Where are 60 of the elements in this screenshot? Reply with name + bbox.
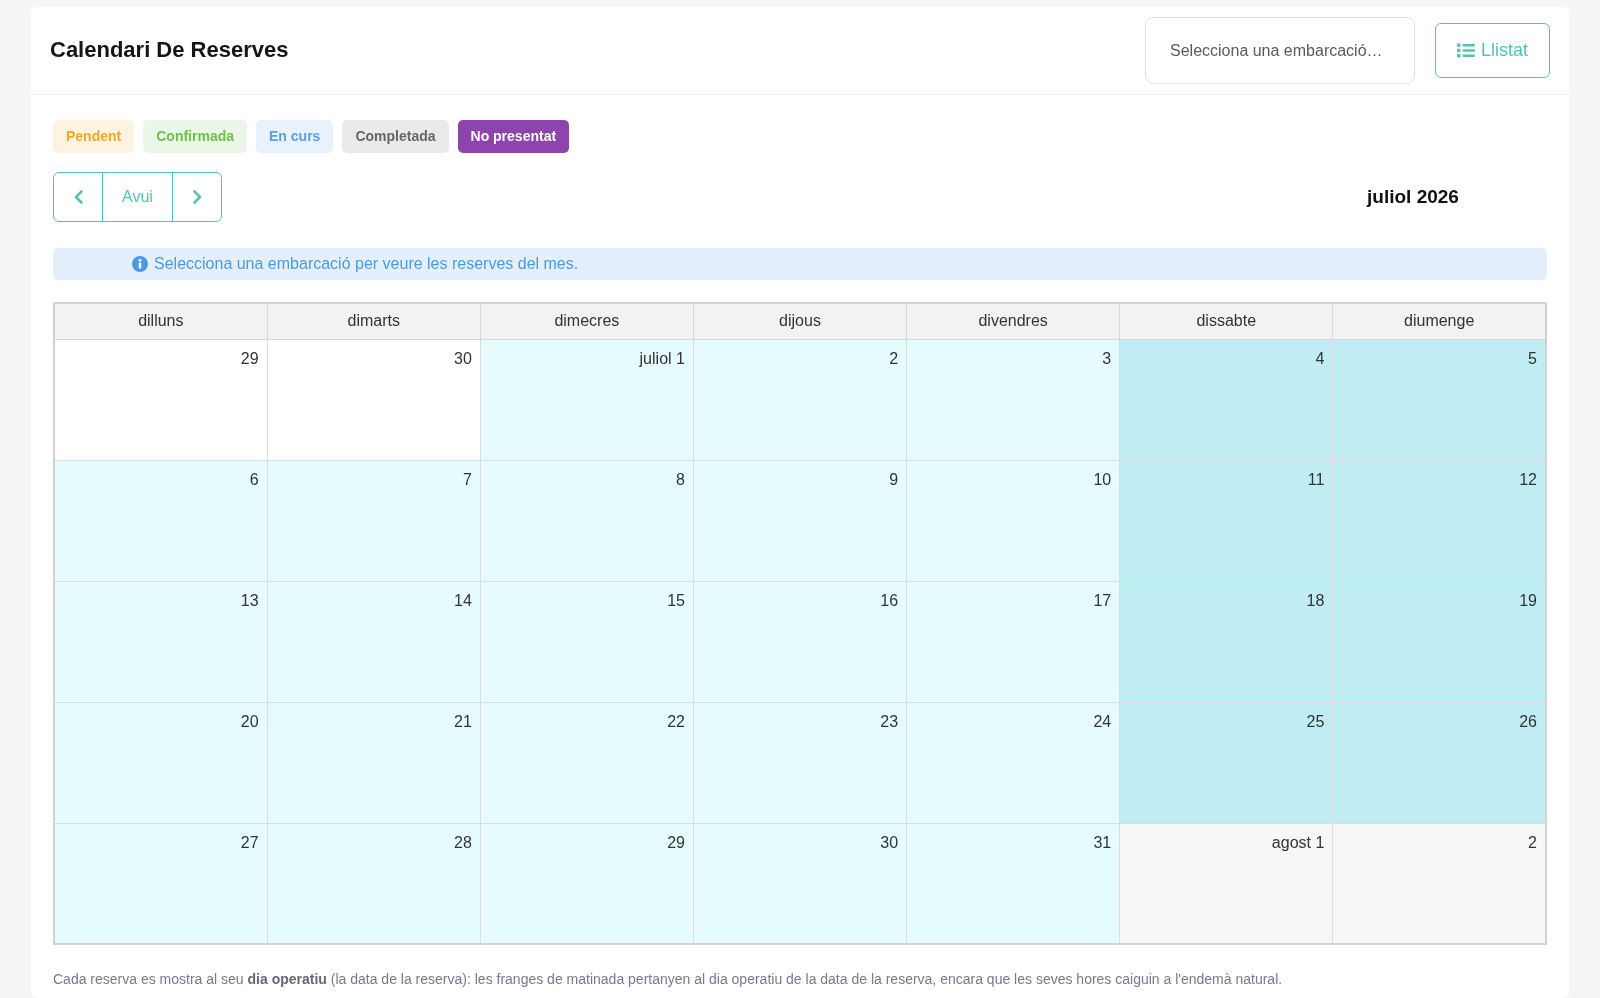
weekday-header: dimecres — [480, 303, 694, 339]
day-number: 2 — [889, 349, 899, 367]
day-number: juliol 1 — [639, 349, 685, 367]
day-number: 17 — [1093, 591, 1112, 609]
page-title: Calendari De Reserves — [50, 37, 289, 64]
previous-month-button[interactable] — [53, 172, 103, 222]
weekday-header: divendres — [906, 303, 1120, 339]
day-number: 10 — [1093, 470, 1112, 488]
day-number: 26 — [1519, 712, 1537, 730]
day-number: 2 — [1528, 833, 1537, 851]
weekday-header: dimarts — [267, 303, 481, 339]
day-number: 9 — [889, 470, 899, 488]
list-button[interactable]: Llistat — [1435, 23, 1550, 78]
status-legend-tag: Pendent — [53, 120, 135, 153]
status-legend-tag: En curs — [256, 120, 334, 153]
status-legend-tag: Completada — [342, 120, 449, 153]
day-number: 5 — [1528, 349, 1537, 367]
day-number: 20 — [240, 712, 259, 730]
next-month-button[interactable] — [172, 172, 222, 222]
weekday-header: diumenge — [1332, 303, 1546, 339]
chevron-right-icon — [192, 190, 202, 204]
day-number: 12 — [1519, 470, 1537, 488]
info-icon — [132, 256, 148, 272]
info-message: Selecciona una embarcació per veure les reserves del mes. — [154, 254, 579, 274]
day-number: 25 — [1306, 712, 1325, 730]
chevron-left-icon — [73, 190, 83, 204]
day-number: 21 — [454, 712, 472, 730]
day-number: agost 1 — [1271, 833, 1325, 851]
list-icon — [1457, 43, 1475, 58]
day-number: 18 — [1306, 591, 1325, 609]
day-number: 15 — [667, 591, 685, 609]
weekday-header: dissabte — [1119, 303, 1333, 339]
day-number: 31 — [1093, 833, 1112, 851]
status-legend-tag: Confirmada — [143, 120, 248, 153]
day-number: 30 — [454, 349, 472, 367]
day-number: 13 — [240, 591, 259, 609]
day-number: 19 — [1519, 591, 1537, 609]
day-number: 8 — [676, 470, 685, 488]
day-number: 14 — [454, 591, 472, 609]
status-legend-tag: No presentat — [457, 120, 570, 153]
day-number: 29 — [240, 349, 259, 367]
day-number: 24 — [1093, 712, 1112, 730]
day-number: 27 — [240, 833, 259, 851]
day-number: 11 — [1307, 470, 1325, 488]
day-number: 7 — [462, 470, 472, 488]
day-number: 28 — [454, 833, 472, 851]
day-number: 22 — [667, 712, 685, 730]
day-number: 30 — [880, 833, 899, 851]
weekday-header: dijous — [693, 303, 907, 339]
day-number: 6 — [249, 470, 259, 488]
day-number: 23 — [880, 712, 899, 730]
boat-select-field[interactable]: Selecciona una embarcació… — [1145, 17, 1415, 84]
weekday-header: dilluns — [54, 303, 268, 339]
today-button[interactable]: Avui — [102, 172, 173, 222]
day-number: 3 — [1102, 349, 1112, 367]
footnote-text: Cada reserva es mostra al seu dia operatiu (la data de la reserva): les franges de matinada pertanyen al dia operatiu de la data de la reserva, encara que les seves hores caiguin a l'endemà natural. — [53, 970, 1284, 989]
day-number: 4 — [1315, 349, 1325, 367]
day-number: 29 — [667, 833, 685, 851]
month-title: juliol 2026 — [1365, 185, 1460, 209]
day-number: 16 — [880, 591, 899, 609]
